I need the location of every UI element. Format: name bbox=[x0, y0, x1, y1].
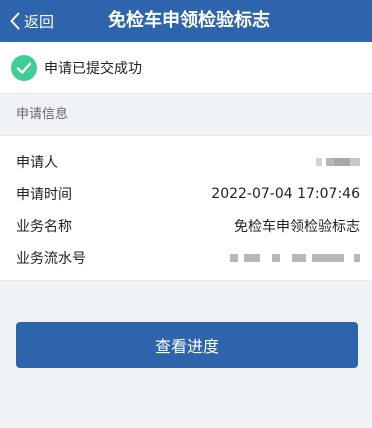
view-progress-button[interactable]: 查看进度 bbox=[16, 322, 358, 368]
progress-button-wrap: 查看进度 bbox=[16, 322, 358, 368]
success-message: 申请已提交成功 bbox=[44, 60, 142, 77]
info-panel: 申请人 申请时间 2022-07-04 17:07:46 业务名称 免检车申领检… bbox=[0, 135, 372, 281]
serial-value-redacted bbox=[230, 254, 360, 262]
info-row-serial: 业务流水号 bbox=[16, 246, 360, 270]
info-row-applicant: 申请人 bbox=[16, 150, 360, 174]
section-title: 申请信息 bbox=[0, 95, 372, 135]
info-row-time: 申请时间 2022-07-04 17:07:46 bbox=[16, 182, 360, 206]
business-label: 业务名称 bbox=[16, 219, 72, 235]
business-value: 免检车申领检验标志 bbox=[234, 219, 360, 235]
chevron-left-icon bbox=[10, 12, 20, 30]
header-bar: 免检车申领检验标志 返回 bbox=[0, 0, 372, 42]
page-title: 免检车申领检验标志 bbox=[108, 10, 270, 31]
applicant-label: 申请人 bbox=[16, 155, 58, 171]
back-button[interactable]: 返回 bbox=[10, 0, 54, 42]
info-row-business: 业务名称 免检车申领检验标志 bbox=[16, 214, 360, 238]
time-value: 2022-07-04 17:07:46 bbox=[211, 186, 360, 202]
success-banner: 申请已提交成功 bbox=[0, 42, 372, 94]
applicant-value-redacted bbox=[316, 158, 360, 166]
serial-label: 业务流水号 bbox=[16, 251, 86, 267]
back-label: 返回 bbox=[24, 12, 55, 31]
time-label: 申请时间 bbox=[16, 187, 72, 203]
check-circle-icon bbox=[11, 54, 37, 81]
